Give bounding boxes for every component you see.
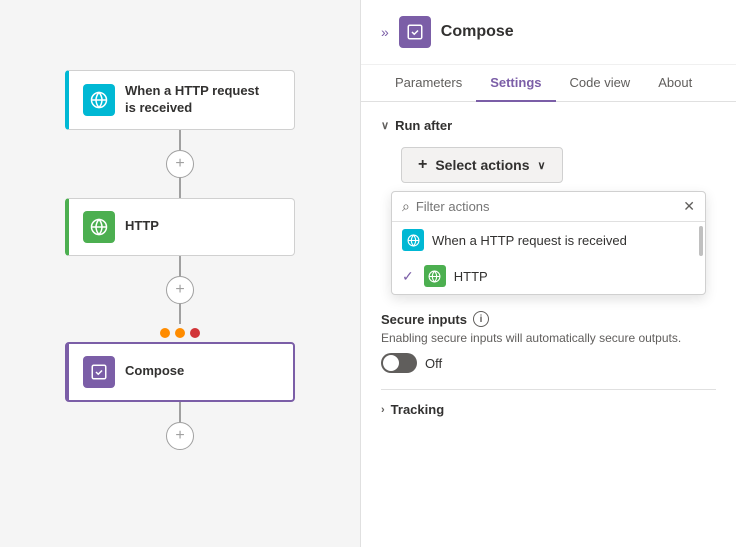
chevron-down-icon: ∨: [381, 119, 389, 132]
panel-header-icon: [399, 16, 431, 48]
select-actions-label: Select actions: [435, 157, 529, 173]
secure-inputs-label: Secure inputs: [381, 312, 467, 327]
secure-inputs-description: Enabling secure inputs will automaticall…: [381, 331, 716, 345]
connector-line-1: [179, 130, 181, 150]
clear-search-button[interactable]: ✕: [683, 198, 695, 215]
http-action-label: HTTP: [125, 218, 159, 235]
plus-icon: +: [418, 156, 427, 174]
tab-parameters[interactable]: Parameters: [381, 65, 476, 102]
secure-inputs-title: Secure inputs i: [381, 311, 716, 327]
collapse-button[interactable]: »: [381, 24, 389, 40]
panel-content: ∨ Run after + Select actions ∨ ⌕ ✕: [361, 102, 736, 547]
scrollbar[interactable]: [699, 226, 703, 256]
add-step-2[interactable]: +: [166, 276, 194, 304]
http-request-node[interactable]: When a HTTP request is received: [65, 70, 295, 130]
chevron-down-icon: ∨: [538, 159, 546, 172]
connector-line-2b: [179, 304, 181, 324]
compose-icon: [83, 356, 115, 388]
add-step-3[interactable]: +: [166, 422, 194, 450]
chevron-right-icon: ›: [381, 404, 385, 416]
compose-node[interactable]: Compose: [65, 342, 295, 402]
select-actions-button[interactable]: + Select actions ∨: [401, 147, 563, 183]
secure-inputs-section: Secure inputs i Enabling secure inputs w…: [381, 311, 716, 373]
search-icon: ⌕: [402, 198, 410, 215]
secure-inputs-toggle[interactable]: [381, 353, 417, 373]
item-icon-http-request: [402, 229, 424, 251]
tab-codeview[interactable]: Code view: [556, 65, 645, 102]
status-dots: [160, 328, 200, 338]
connector-3: +: [166, 402, 194, 450]
dot-orange-1: [160, 328, 170, 338]
tab-about[interactable]: About: [644, 65, 706, 102]
http-request-label: When a HTTP request is received: [125, 83, 259, 117]
flow-nodes: When a HTTP request is received + HTTP +: [0, 0, 360, 450]
dot-orange-2: [175, 328, 185, 338]
connector-line-1b: [179, 178, 181, 198]
connector-line-2: [179, 256, 181, 276]
http-action-node[interactable]: HTTP: [65, 198, 295, 256]
tracking-label: Tracking: [391, 402, 444, 417]
compose-label: Compose: [125, 363, 184, 380]
actions-dropdown: ⌕ ✕ When a HTTP request is received ✓: [391, 191, 706, 295]
tracking-section: › Tracking: [381, 389, 716, 417]
panel-title: Compose: [441, 23, 514, 41]
search-row: ⌕ ✕: [392, 192, 705, 222]
dropdown-item-label-1: When a HTTP request is received: [432, 233, 627, 248]
connector-line-3: [179, 402, 181, 422]
tracking-header[interactable]: › Tracking: [381, 402, 716, 417]
add-step-1[interactable]: +: [166, 150, 194, 178]
item-icon-http: [424, 265, 446, 287]
info-icon[interactable]: i: [473, 311, 489, 327]
run-after-header[interactable]: ∨ Run after: [381, 118, 716, 133]
http-request-icon: [83, 84, 115, 116]
dropdown-item-http-request[interactable]: When a HTTP request is received: [392, 222, 705, 258]
flow-canvas: When a HTTP request is received + HTTP +: [0, 0, 360, 547]
dot-red: [190, 328, 200, 338]
connector-1: +: [166, 130, 194, 198]
http-action-icon: [83, 211, 115, 243]
toggle-label: Off: [425, 356, 442, 371]
toggle-knob: [383, 355, 399, 371]
dropdown-item-http[interactable]: ✓ HTTP: [392, 258, 705, 294]
connector-2: +: [160, 256, 200, 342]
dropdown-list: When a HTTP request is received ✓ HTTP: [392, 222, 705, 294]
panel-header: » Compose: [361, 0, 736, 65]
tab-bar: Parameters Settings Code view About: [361, 65, 736, 102]
tab-settings[interactable]: Settings: [476, 65, 555, 102]
right-panel: » Compose Parameters Settings Code view …: [360, 0, 736, 547]
run-after-label: Run after: [395, 118, 452, 133]
dropdown-item-label-2: HTTP: [454, 269, 488, 284]
filter-actions-input[interactable]: [416, 199, 677, 214]
check-icon: ✓: [402, 268, 414, 285]
toggle-row: Off: [381, 353, 716, 373]
